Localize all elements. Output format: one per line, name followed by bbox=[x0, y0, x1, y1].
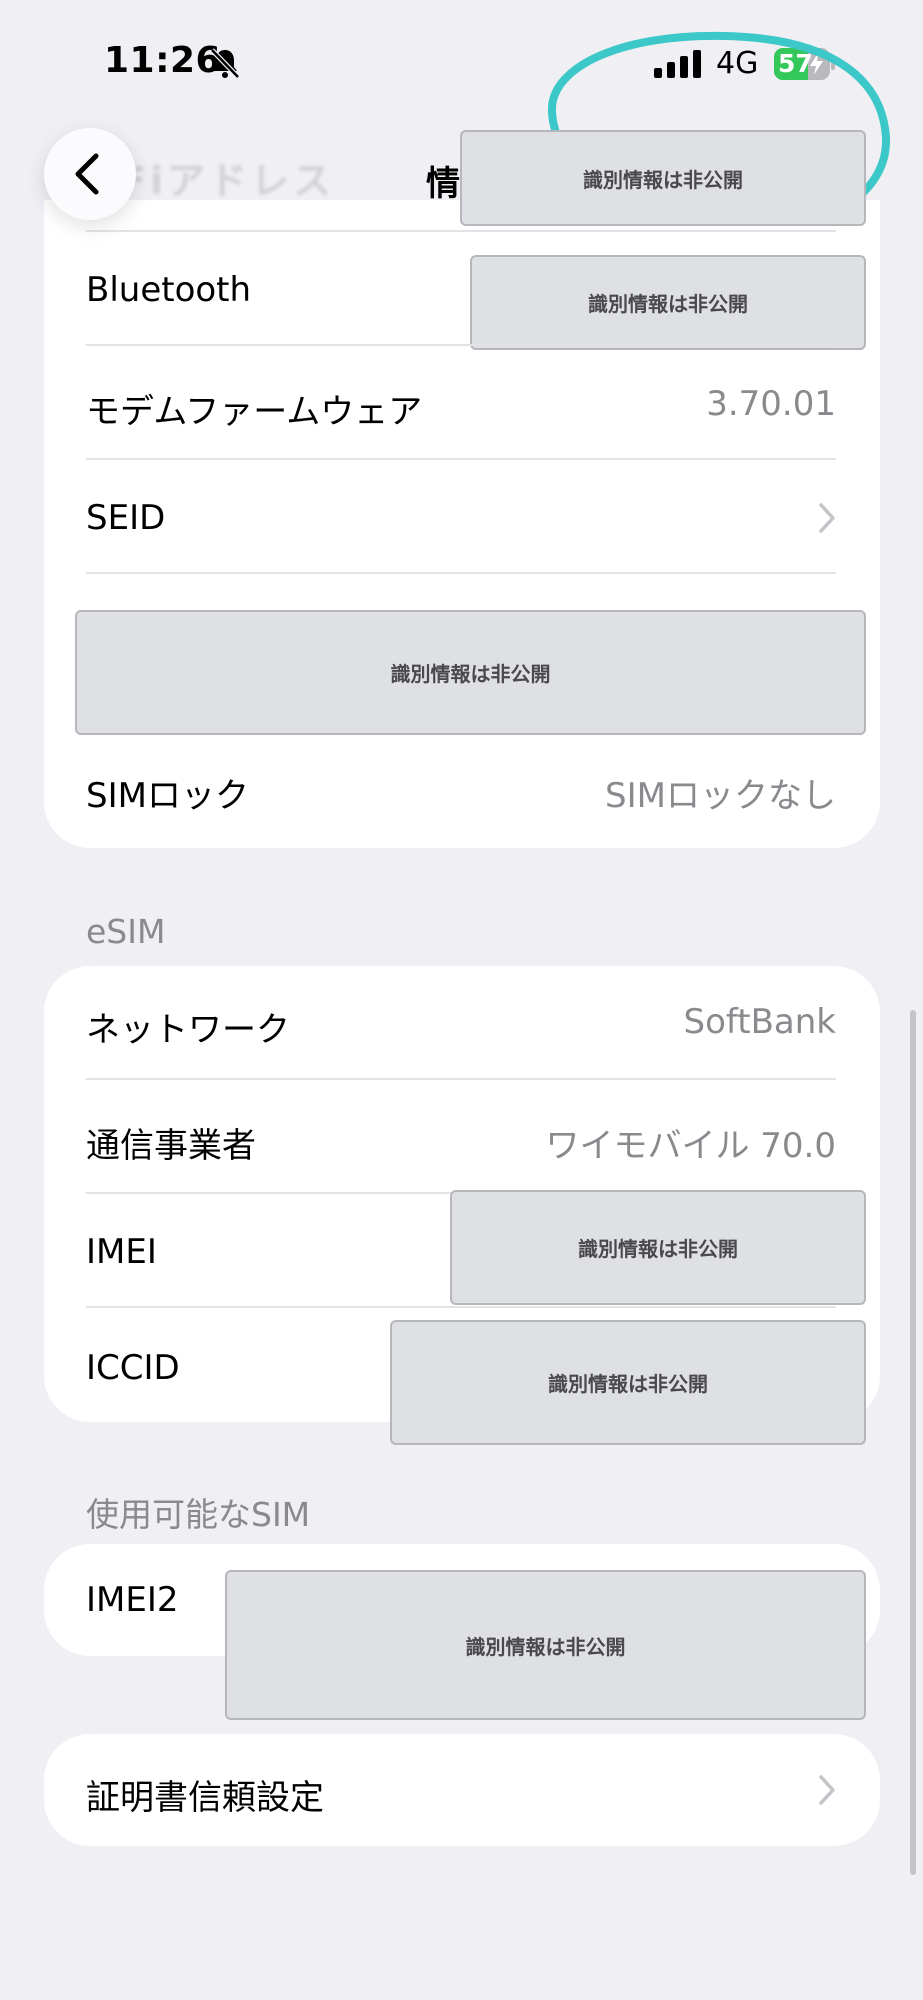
redacted-block: 識別情報は非公開 bbox=[470, 255, 866, 350]
redacted-block: 識別情報は非公開 bbox=[390, 1320, 866, 1445]
imei2-label: IMEI2 bbox=[86, 1580, 179, 1620]
redacted-block: 識別情報は非公開 bbox=[75, 610, 866, 735]
modem-firmware-value: 3.70.01 bbox=[706, 384, 836, 424]
network-label: ネットワーク bbox=[86, 1010, 290, 1050]
modem-firmware-label: モデムファームウェア bbox=[86, 392, 423, 432]
page-title: 情 bbox=[426, 164, 460, 204]
redacted-block: 識別情報は非公開 bbox=[225, 1570, 866, 1720]
available-sim-section-header: 使用可能なSIM bbox=[86, 1495, 311, 1534]
carrier-label: 通信事業者 bbox=[86, 1126, 256, 1166]
background-row-text: Fiアドレス bbox=[120, 159, 335, 203]
separator bbox=[86, 230, 836, 232]
separator bbox=[86, 458, 836, 460]
separator bbox=[86, 344, 836, 346]
simlock-label: SIMロック bbox=[86, 776, 249, 816]
network-value: SoftBank bbox=[683, 1002, 837, 1042]
status-time: 11:26 bbox=[104, 40, 222, 81]
chevron-right-icon[interactable] bbox=[818, 1774, 836, 1806]
redacted-block: 識別情報は非公開 bbox=[450, 1190, 866, 1305]
bluetooth-label: Bluetooth bbox=[86, 270, 252, 310]
scrollbar[interactable] bbox=[910, 1010, 916, 1875]
chevron-right-icon[interactable] bbox=[818, 502, 836, 534]
redacted-block: 識別情報は非公開 bbox=[460, 130, 866, 226]
carrier-value: ワイモバイル 70.0 bbox=[545, 1126, 836, 1166]
simlock-value: SIMロックなし bbox=[605, 776, 836, 816]
iccid-label: ICCID bbox=[86, 1348, 180, 1388]
back-button[interactable] bbox=[44, 128, 136, 220]
separator bbox=[86, 572, 836, 574]
seid-label[interactable]: SEID bbox=[86, 498, 165, 538]
imei-label: IMEI bbox=[86, 1232, 157, 1272]
chevron-left-icon bbox=[75, 153, 99, 195]
esim-section-header: eSIM bbox=[86, 912, 166, 951]
separator bbox=[86, 1078, 836, 1080]
cert-trust-label[interactable]: 証明書信頼設定 bbox=[86, 1770, 324, 1819]
separator bbox=[86, 1306, 836, 1308]
bell-slash-icon bbox=[210, 48, 240, 79]
